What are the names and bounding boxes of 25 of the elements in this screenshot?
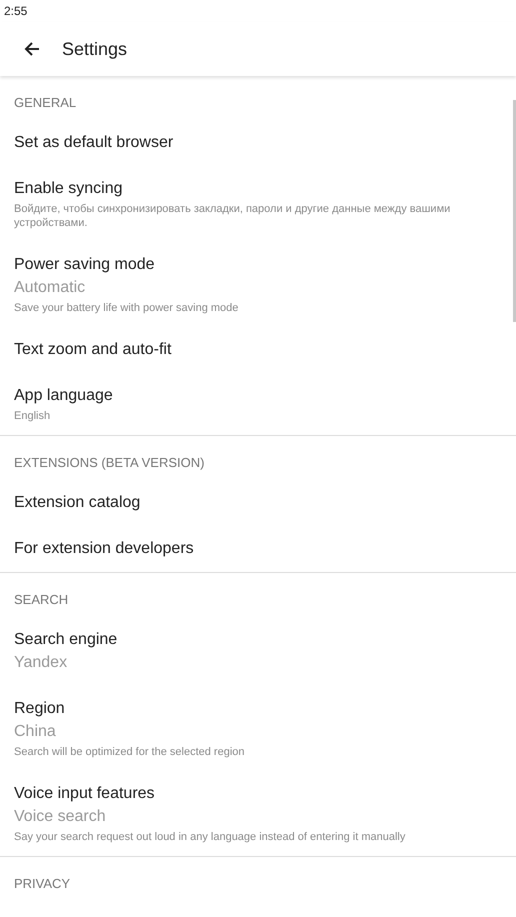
setting-description: English [14, 409, 52, 423]
setting-title[interactable]: Search engine [14, 629, 502, 651]
status-time: 2:55 [4, 4, 28, 18]
section-header: PRIVACY [13, 875, 72, 893]
setting-title[interactable]: Extension catalog [14, 492, 502, 514]
setting-description: Say your search request out loud in any language instead of entering it manually [14, 830, 406, 844]
setting-value: Voice search [14, 807, 107, 827]
setting-title[interactable]: App language [14, 385, 502, 407]
setting-title[interactable]: For extension developers [14, 538, 502, 560]
setting-value: China [14, 722, 57, 742]
section-header: SEARCH [13, 591, 70, 609]
setting-title[interactable]: Set as default browser [14, 132, 502, 154]
setting-title[interactable]: Voice input features [14, 783, 502, 805]
setting-value: Yandex [14, 653, 68, 673]
setting-description: Search will be optimized for the selected region [14, 745, 246, 759]
setting-title[interactable]: Text zoom and auto-fit [14, 339, 502, 361]
section-header: GENERAL [13, 94, 78, 112]
setting-title[interactable]: Enable syncing [14, 178, 502, 200]
setting-description: Save your battery life with power saving mode [14, 301, 240, 315]
setting-description: Войдите, чтобы синхронизировать закладки, пароли и другие данные между вашими устройствами. [14, 202, 452, 230]
section-header: EXTENSIONS (BETA VERSION) [13, 454, 206, 472]
setting-title[interactable]: Power saving mode [14, 254, 502, 276]
setting-value: Automatic [14, 278, 86, 298]
setting-title[interactable]: Region [14, 698, 502, 720]
screen-title: Settings [62, 38, 128, 60]
